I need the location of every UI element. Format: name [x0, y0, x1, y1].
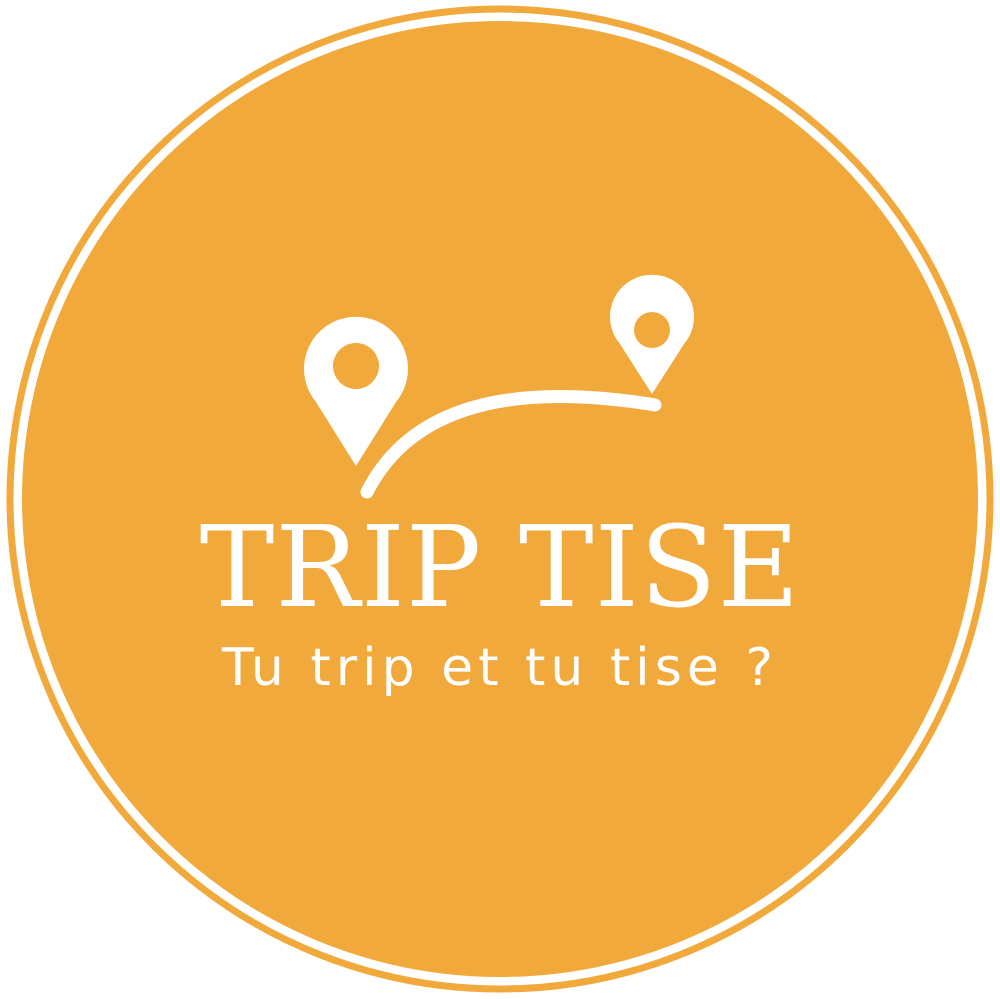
trip-tise-logo: TRIP TISE Tu trip et tu tise ?	[0, 0, 1000, 999]
tagline: Tu trip et tu tise ?	[222, 638, 778, 698]
brand-name: TRIP TISE	[199, 503, 801, 633]
badge-graphic	[6, 5, 994, 993]
badge-disc	[22, 21, 978, 977]
